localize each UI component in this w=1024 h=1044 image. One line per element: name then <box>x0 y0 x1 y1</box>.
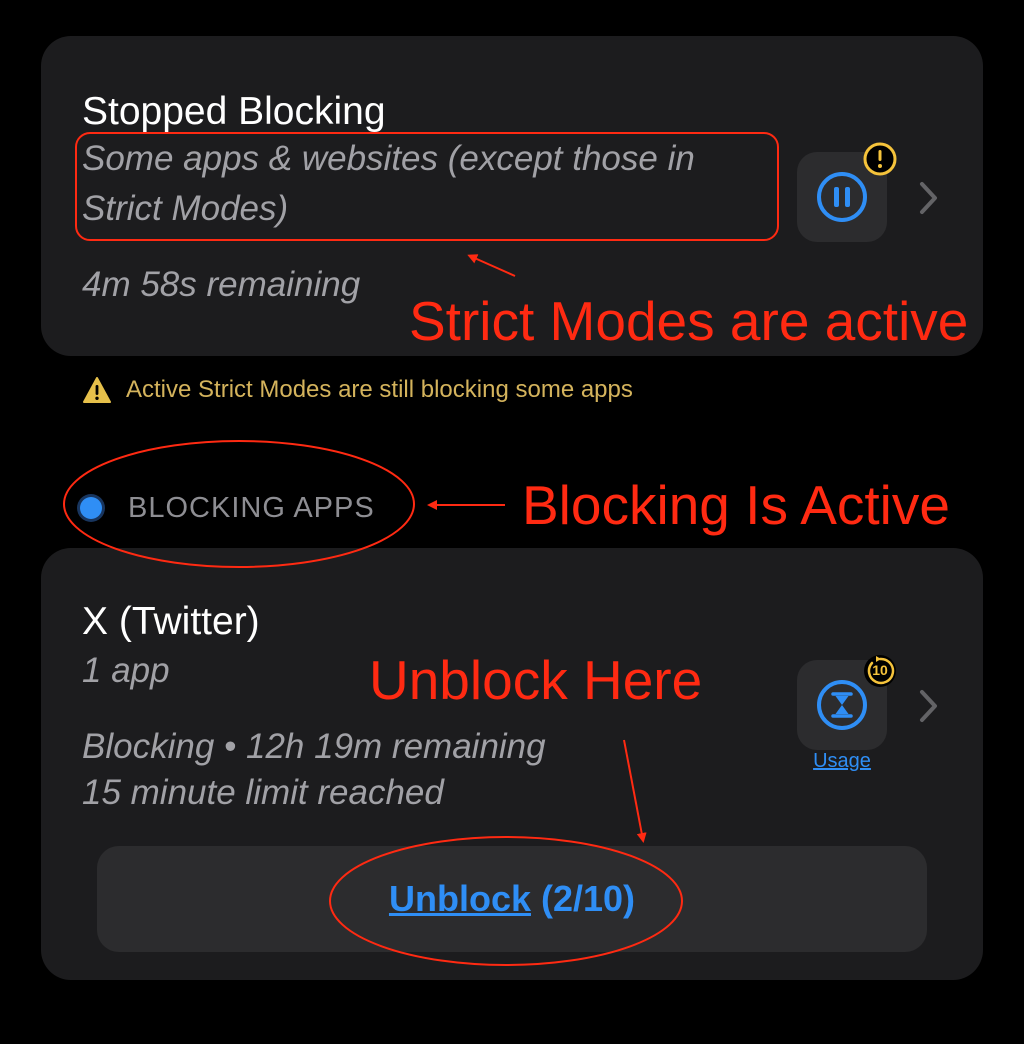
chevron-right-icon[interactable] <box>917 688 941 724</box>
unblock-count: (2/10) <box>540 878 636 919</box>
time-remaining: 4m 58s remaining <box>82 265 361 304</box>
limit-status: 15 minute limit reached <box>82 773 444 812</box>
app-group-title: X (Twitter) <box>82 600 260 643</box>
unblock-button[interactable]: Unblock (2/10) <box>97 846 927 952</box>
stopped-blocking-subtitle-line1: Some apps & websites (except those in <box>82 139 695 178</box>
strict-mode-warning: Active Strict Modes are still blocking s… <box>82 372 633 408</box>
app-count: 1 app <box>82 651 170 690</box>
replay-10-badge-icon: 10 <box>863 654 897 688</box>
annotation-strict-modes: Strict Modes are active <box>409 290 969 352</box>
blocking-apps-header: BLOCKING APPS <box>80 486 375 530</box>
chevron-right-icon[interactable] <box>917 180 941 216</box>
annotation-unblock-here: Unblock Here <box>369 649 703 711</box>
badge-count: 10 <box>872 662 888 678</box>
exclamation-badge-icon <box>863 142 897 176</box>
usage-link[interactable]: Usage <box>797 750 887 773</box>
annotation-blocking-active: Blocking Is Active <box>522 474 950 536</box>
stopped-blocking-subtitle-line2: Strict Modes) <box>82 189 289 228</box>
stopped-blocking-title: Stopped Blocking <box>82 90 386 133</box>
blocking-status: Blocking • 12h 19m remaining <box>82 727 546 766</box>
unblock-label[interactable]: Unblock <box>389 878 531 920</box>
warning-triangle-icon <box>83 377 111 403</box>
warning-text: Active Strict Modes are still blocking s… <box>126 376 633 403</box>
section-label: BLOCKING APPS <box>128 491 375 524</box>
status-dot-icon <box>80 497 102 519</box>
